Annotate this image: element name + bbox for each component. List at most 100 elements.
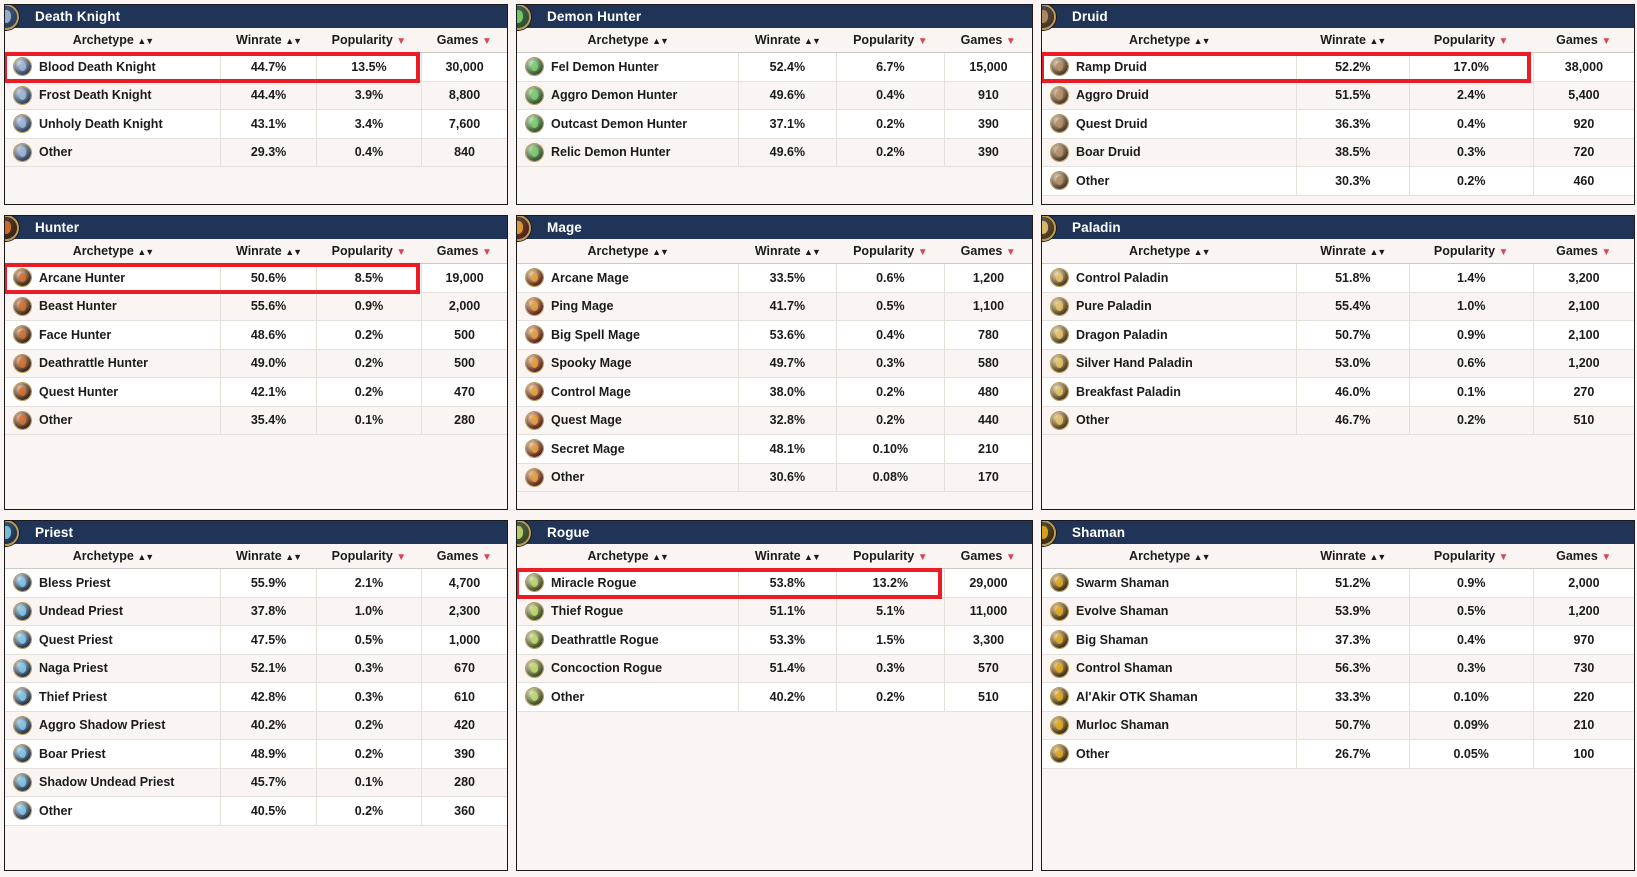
sort-desc-icon[interactable]: ▼ bbox=[396, 247, 406, 258]
table-row[interactable]: Spooky Mage 49.7% 0.3% 580 bbox=[517, 349, 1032, 378]
sort-desc-icon[interactable]: ▼ bbox=[482, 552, 492, 563]
sort-desc-icon[interactable]: ▼ bbox=[1006, 36, 1016, 47]
table-row[interactable]: Relic Demon Hunter 49.6% 0.2% 390 bbox=[517, 138, 1032, 167]
table-row[interactable]: Control Shaman 56.3% 0.3% 730 bbox=[1042, 654, 1634, 683]
table-row[interactable]: Control Mage 38.0% 0.2% 480 bbox=[517, 377, 1032, 407]
table-row[interactable]: Aggro Shadow Priest 40.2% 0.2% 420 bbox=[5, 711, 507, 740]
table-row[interactable]: Swarm Shaman 51.2% 0.9% 2,000 bbox=[1042, 568, 1634, 598]
sort-both-icon[interactable]: ▲▼ bbox=[1369, 36, 1386, 46]
table-row[interactable]: Boar Priest 48.9% 0.2% 390 bbox=[5, 739, 507, 769]
table-row[interactable]: Fel Demon Hunter 52.4% 6.7% 15,000 bbox=[517, 52, 1032, 82]
table-row[interactable]: Other 29.3% 0.4% 840 bbox=[5, 138, 507, 167]
table-row[interactable]: Thief Priest 42.8% 0.3% 610 bbox=[5, 682, 507, 712]
table-row[interactable]: Face Hunter 48.6% 0.2% 500 bbox=[5, 320, 507, 350]
sort-desc-icon[interactable]: ▼ bbox=[482, 247, 492, 258]
table-row[interactable]: Ramp Druid 52.2% 17.0% 38,000 bbox=[1042, 52, 1634, 82]
table-row[interactable]: Breakfast Paladin 46.0% 0.1% 270 bbox=[1042, 377, 1634, 407]
table-row[interactable]: Deathrattle Hunter 49.0% 0.2% 500 bbox=[5, 349, 507, 378]
column-header-popularity[interactable]: Popularity ▼ bbox=[316, 544, 422, 569]
sort-both-icon[interactable]: ▲▼ bbox=[1194, 36, 1211, 46]
sort-both-icon[interactable]: ▲▼ bbox=[1194, 247, 1211, 257]
column-header-games[interactable]: Games ▼ bbox=[1533, 544, 1634, 569]
column-header-winrate[interactable]: Winrate ▲▼ bbox=[220, 28, 317, 53]
sort-desc-icon[interactable]: ▼ bbox=[1499, 552, 1509, 563]
sort-both-icon[interactable]: ▲▼ bbox=[1369, 247, 1386, 257]
column-header-popularity[interactable]: Popularity ▼ bbox=[836, 28, 945, 53]
column-header-winrate[interactable]: Winrate ▲▼ bbox=[1296, 239, 1410, 264]
table-row[interactable]: Quest Hunter 42.1% 0.2% 470 bbox=[5, 377, 507, 407]
table-row[interactable]: Pure Paladin 55.4% 1.0% 2,100 bbox=[1042, 292, 1634, 321]
table-row[interactable]: Unholy Death Knight 43.1% 3.4% 7,600 bbox=[5, 109, 507, 139]
table-row[interactable]: Bless Priest 55.9% 2.1% 4,700 bbox=[5, 568, 507, 598]
sort-desc-icon[interactable]: ▼ bbox=[1601, 552, 1611, 563]
column-header-games[interactable]: Games ▼ bbox=[944, 28, 1032, 53]
column-header-popularity[interactable]: Popularity ▼ bbox=[316, 28, 422, 53]
column-header-popularity[interactable]: Popularity ▼ bbox=[836, 544, 945, 569]
table-row[interactable]: Arcane Hunter 50.6% 8.5% 19,000 bbox=[5, 263, 507, 293]
sort-desc-icon[interactable]: ▼ bbox=[1006, 247, 1016, 258]
column-header-winrate[interactable]: Winrate ▲▼ bbox=[738, 544, 837, 569]
table-row[interactable]: Secret Mage 48.1% 0.10% 210 bbox=[517, 434, 1032, 464]
table-row[interactable]: Thief Rogue 51.1% 5.1% 11,000 bbox=[517, 597, 1032, 626]
sort-desc-icon[interactable]: ▼ bbox=[396, 552, 406, 563]
table-row[interactable]: Quest Druid 36.3% 0.4% 920 bbox=[1042, 109, 1634, 139]
sort-both-icon[interactable]: ▲▼ bbox=[285, 36, 302, 46]
column-header-games[interactable]: Games ▼ bbox=[1533, 28, 1634, 53]
table-row[interactable]: Arcane Mage 33.5% 0.6% 1,200 bbox=[517, 263, 1032, 293]
table-row[interactable]: Ping Mage 41.7% 0.5% 1,100 bbox=[517, 292, 1032, 321]
column-header-winrate[interactable]: Winrate ▲▼ bbox=[738, 239, 837, 264]
table-row[interactable]: Big Spell Mage 53.6% 0.4% 780 bbox=[517, 320, 1032, 350]
sort-both-icon[interactable]: ▲▼ bbox=[652, 36, 669, 46]
column-header-archetype[interactable]: Archetype ▲▼ bbox=[1042, 28, 1297, 53]
sort-both-icon[interactable]: ▲▼ bbox=[285, 552, 302, 562]
table-row[interactable]: Other 35.4% 0.1% 280 bbox=[5, 406, 507, 435]
column-header-popularity[interactable]: Popularity ▼ bbox=[1409, 239, 1534, 264]
column-header-winrate[interactable]: Winrate ▲▼ bbox=[220, 239, 317, 264]
column-header-archetype[interactable]: Archetype ▲▼ bbox=[5, 544, 221, 569]
column-header-popularity[interactable]: Popularity ▼ bbox=[1409, 28, 1534, 53]
sort-both-icon[interactable]: ▲▼ bbox=[137, 247, 154, 257]
column-header-winrate[interactable]: Winrate ▲▼ bbox=[738, 28, 837, 53]
table-row[interactable]: Naga Priest 52.1% 0.3% 670 bbox=[5, 654, 507, 683]
sort-desc-icon[interactable]: ▼ bbox=[918, 36, 928, 47]
table-row[interactable]: Murloc Shaman 50.7% 0.09% 210 bbox=[1042, 711, 1634, 740]
sort-desc-icon[interactable]: ▼ bbox=[1601, 36, 1611, 47]
table-row[interactable]: Quest Priest 47.5% 0.5% 1,000 bbox=[5, 625, 507, 655]
table-row[interactable]: Frost Death Knight 44.4% 3.9% 8,800 bbox=[5, 81, 507, 110]
table-row[interactable]: Aggro Druid 51.5% 2.4% 5,400 bbox=[1042, 81, 1634, 110]
column-header-popularity[interactable]: Popularity ▼ bbox=[1409, 544, 1534, 569]
sort-both-icon[interactable]: ▲▼ bbox=[804, 552, 821, 562]
table-row[interactable]: Other 40.5% 0.2% 360 bbox=[5, 796, 507, 826]
column-header-archetype[interactable]: Archetype ▲▼ bbox=[5, 28, 221, 53]
table-row[interactable]: Miracle Rogue 53.8% 13.2% 29,000 bbox=[517, 568, 1032, 598]
column-header-games[interactable]: Games ▼ bbox=[944, 239, 1032, 264]
sort-desc-icon[interactable]: ▼ bbox=[918, 247, 928, 258]
column-header-games[interactable]: Games ▼ bbox=[421, 239, 507, 264]
sort-both-icon[interactable]: ▲▼ bbox=[1369, 552, 1386, 562]
table-row[interactable]: Deathrattle Rogue 53.3% 1.5% 3,300 bbox=[517, 625, 1032, 655]
column-header-archetype[interactable]: Archetype ▲▼ bbox=[1042, 239, 1297, 264]
column-header-popularity[interactable]: Popularity ▼ bbox=[316, 239, 422, 264]
table-row[interactable]: Boar Druid 38.5% 0.3% 720 bbox=[1042, 138, 1634, 167]
table-row[interactable]: Control Paladin 51.8% 1.4% 3,200 bbox=[1042, 263, 1634, 293]
sort-desc-icon[interactable]: ▼ bbox=[1006, 552, 1016, 563]
sort-desc-icon[interactable]: ▼ bbox=[1601, 247, 1611, 258]
sort-both-icon[interactable]: ▲▼ bbox=[804, 36, 821, 46]
column-header-archetype[interactable]: Archetype ▲▼ bbox=[5, 239, 221, 264]
column-header-winrate[interactable]: Winrate ▲▼ bbox=[1296, 28, 1410, 53]
table-row[interactable]: Outcast Demon Hunter 37.1% 0.2% 390 bbox=[517, 109, 1032, 139]
table-row[interactable]: Other 46.7% 0.2% 510 bbox=[1042, 406, 1634, 435]
table-row[interactable]: Evolve Shaman 53.9% 0.5% 1,200 bbox=[1042, 597, 1634, 626]
column-header-archetype[interactable]: Archetype ▲▼ bbox=[1042, 544, 1297, 569]
table-row[interactable]: Aggro Demon Hunter 49.6% 0.4% 910 bbox=[517, 81, 1032, 110]
sort-both-icon[interactable]: ▲▼ bbox=[652, 247, 669, 257]
table-row[interactable]: Other 40.2% 0.2% 510 bbox=[517, 682, 1032, 712]
sort-both-icon[interactable]: ▲▼ bbox=[804, 247, 821, 257]
table-row[interactable]: Big Shaman 37.3% 0.4% 970 bbox=[1042, 625, 1634, 655]
column-header-winrate[interactable]: Winrate ▲▼ bbox=[220, 544, 317, 569]
table-row[interactable]: Shadow Undead Priest 45.7% 0.1% 280 bbox=[5, 768, 507, 797]
table-row[interactable]: Al'Akir OTK Shaman 33.3% 0.10% 220 bbox=[1042, 682, 1634, 712]
column-header-archetype[interactable]: Archetype ▲▼ bbox=[517, 239, 739, 264]
table-row[interactable]: Silver Hand Paladin 53.0% 0.6% 1,200 bbox=[1042, 349, 1634, 378]
column-header-games[interactable]: Games ▼ bbox=[1533, 239, 1634, 264]
